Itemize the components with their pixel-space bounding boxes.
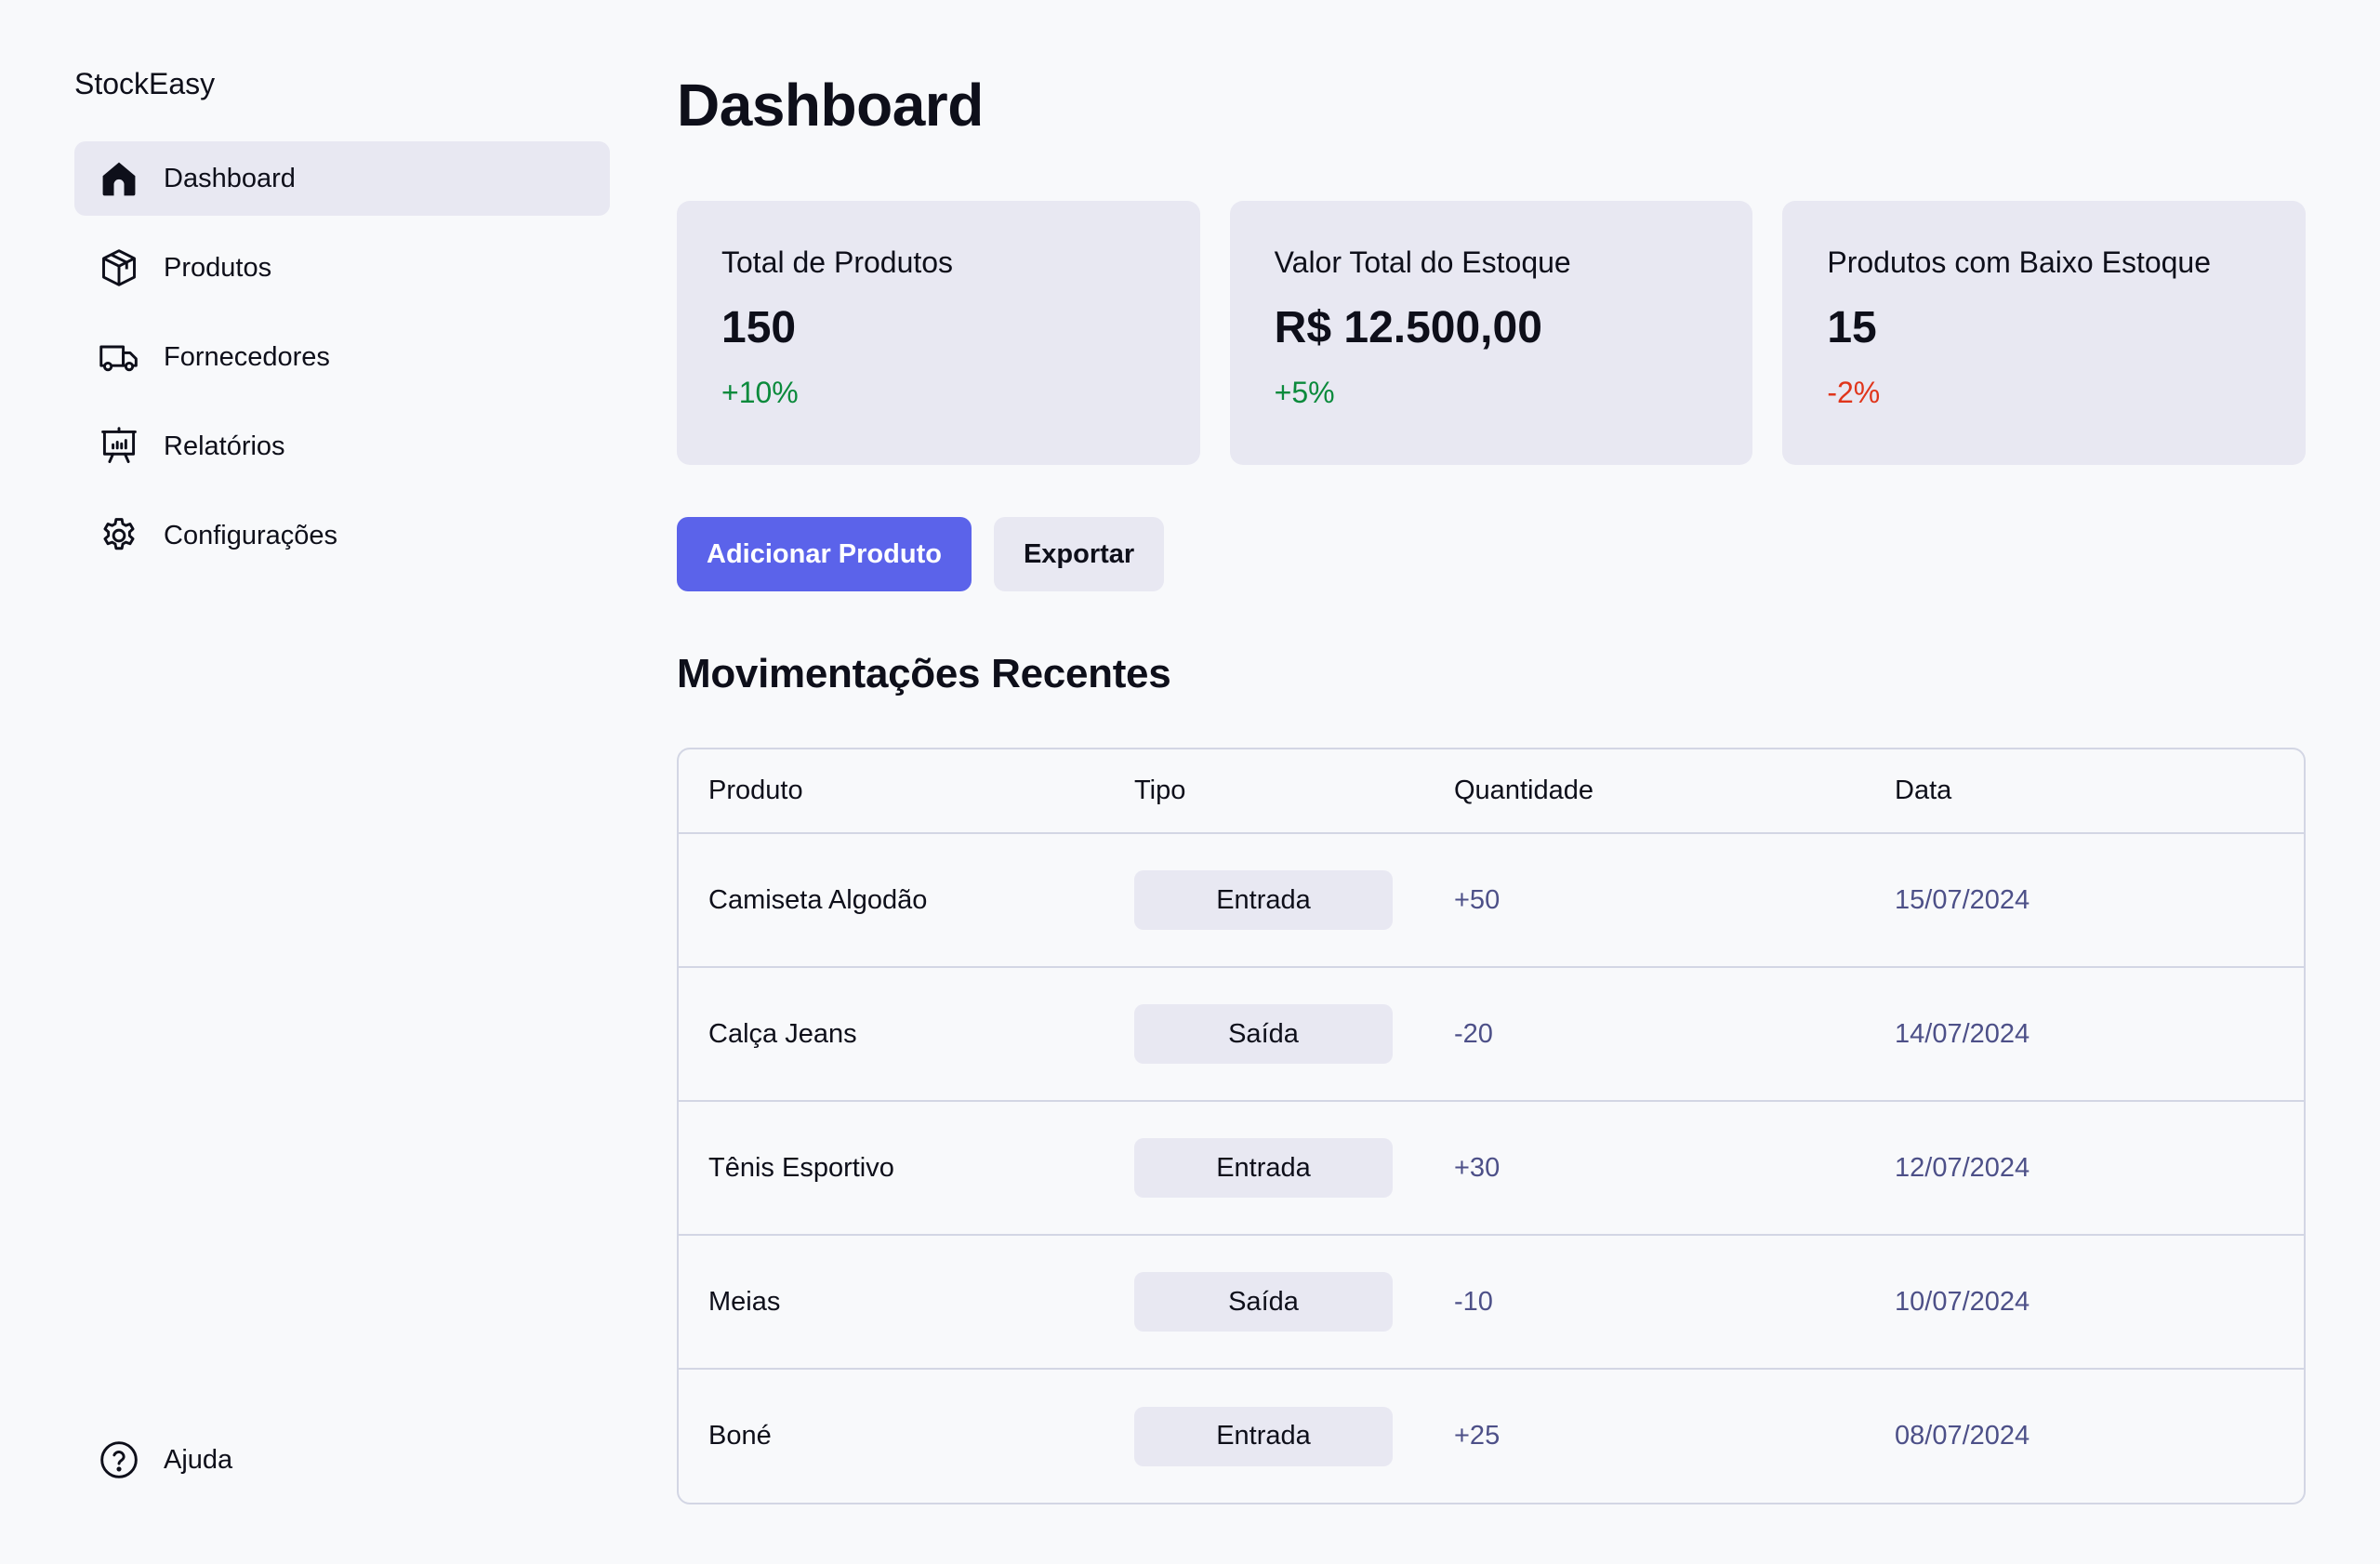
export-button[interactable]: Exportar <box>993 517 1165 591</box>
stat-card-value: 150 <box>721 303 797 352</box>
home-icon <box>99 158 139 199</box>
cell-tipo: Entrada <box>1104 1369 1424 1503</box>
help-circle-icon <box>99 1439 139 1480</box>
movements-table: Produto Tipo Quantidade Data Camiseta Al… <box>677 748 2306 1504</box>
sidebar-item-fornecedores[interactable]: Fornecedores <box>74 320 610 394</box>
cell-data: 14/07/2024 <box>1865 967 2304 1102</box>
sidebar-item-label: Configurações <box>164 520 337 550</box>
column-header-tipo: Tipo <box>1104 749 1424 834</box>
cell-data: 10/07/2024 <box>1865 1235 2304 1370</box>
stat-card-label: Valor Total do Estoque <box>1274 245 1571 279</box>
truck-icon <box>99 337 139 378</box>
stat-card-label: Total de Produtos <box>721 245 954 279</box>
cell-tipo: Entrada <box>1104 1101 1424 1236</box>
stat-card-label: Produtos com Baixo Estoque <box>1827 245 2212 279</box>
stat-card-total-produtos: Total de Produtos 150 +10% <box>677 201 1200 465</box>
brand-logo[interactable]: StockEasy <box>74 67 215 101</box>
cell-data: 15/07/2024 <box>1865 833 2304 968</box>
sidebar-item-label: Ajuda <box>164 1444 233 1475</box>
cell-produto: Tênis Esportivo <box>679 1101 1104 1236</box>
table-header-row: Produto Tipo Quantidade Data <box>679 749 2304 834</box>
table-row[interactable]: Meias Saída -10 10/07/2024 <box>679 1235 2304 1370</box>
sidebar-item-dashboard[interactable]: Dashboard <box>74 141 610 216</box>
box-icon <box>99 247 139 288</box>
cell-tipo: Saída <box>1104 967 1424 1102</box>
stat-card-delta: +10% <box>721 376 799 409</box>
table-row[interactable]: Camiseta Algodão Entrada +50 15/07/2024 <box>679 833 2304 968</box>
cell-tipo: Saída <box>1104 1235 1424 1370</box>
cell-produto: Meias <box>679 1235 1104 1370</box>
add-product-button[interactable]: Adicionar Produto <box>677 517 972 591</box>
sidebar-item-label: Relatórios <box>164 431 285 461</box>
cell-produto: Calça Jeans <box>679 967 1104 1102</box>
sidebar-item-configuracoes[interactable]: Configurações <box>74 498 610 573</box>
stat-card-value: R$ 12.500,00 <box>1274 303 1542 352</box>
cell-quantidade: +50 <box>1424 833 1865 968</box>
type-badge: Saída <box>1134 1272 1393 1332</box>
sidebar-item-label: Dashboard <box>164 163 296 193</box>
app-root: StockEasy Dashboard Produtos Fornecedore… <box>0 0 2380 1564</box>
cell-produto: Boné <box>708 1421 772 1451</box>
column-header-produto: Produto <box>679 749 1104 834</box>
action-bar: Adicionar Produto Exportar <box>677 517 1165 591</box>
type-badge: Entrada <box>1134 1406 1393 1466</box>
stat-card-valor-estoque: Valor Total do Estoque R$ 12.500,00 +5% <box>1229 201 1753 465</box>
table-row[interactable]: Tênis Esportivo Entrada +30 12/07/2024 <box>679 1101 2304 1236</box>
stat-card-delta: -2% <box>1827 376 1881 409</box>
cell-data: 08/07/2024 <box>1895 1421 2030 1451</box>
sidebar: StockEasy Dashboard Produtos Fornecedore… <box>74 0 610 1564</box>
stat-cards: Total de Produtos 150 +10% Valor Total d… <box>677 201 2307 465</box>
cell-quantidade: +25 <box>1454 1421 1501 1451</box>
presentation-chart-icon <box>99 426 139 467</box>
section-title: Movimentações Recentes <box>677 651 1171 696</box>
cell-produto: Camiseta Algodão <box>679 833 1104 968</box>
cell-quantidade: -20 <box>1424 967 1865 1102</box>
cell-quantidade: +30 <box>1424 1101 1865 1236</box>
type-badge: Entrada <box>1134 870 1393 930</box>
cell-data: 12/07/2024 <box>1865 1101 2304 1236</box>
table-row[interactable]: Boné Entrada +25 08/07/2024 <box>679 1369 2304 1503</box>
sidebar-item-relatorios[interactable]: Relatórios <box>74 409 610 484</box>
type-badge: Entrada <box>1134 1138 1393 1198</box>
type-badge: Saída <box>1134 1004 1393 1064</box>
stat-card-delta: +5% <box>1274 376 1335 409</box>
sidebar-item-label: Produtos <box>164 252 272 283</box>
page-title: Dashboard <box>677 72 984 139</box>
cell-quantidade: -10 <box>1424 1235 1865 1370</box>
table-row[interactable]: Calça Jeans Saída -20 14/07/2024 <box>679 967 2304 1102</box>
gear-icon <box>99 515 139 556</box>
stat-card-value: 15 <box>1827 303 1877 352</box>
sidebar-item-ajuda[interactable]: Ajuda <box>74 1423 610 1497</box>
sidebar-nav: Dashboard Produtos Fornecedores Relatóri… <box>74 141 610 588</box>
column-header-data: Data <box>1865 749 2304 834</box>
cell-tipo: Entrada <box>1104 833 1424 968</box>
sidebar-item-label: Fornecedores <box>164 341 330 372</box>
sidebar-item-produtos[interactable]: Produtos <box>74 231 610 305</box>
stat-card-baixo-estoque: Produtos com Baixo Estoque 15 -2% <box>1782 201 2307 465</box>
column-header-quantidade: Quantidade <box>1424 749 1865 834</box>
